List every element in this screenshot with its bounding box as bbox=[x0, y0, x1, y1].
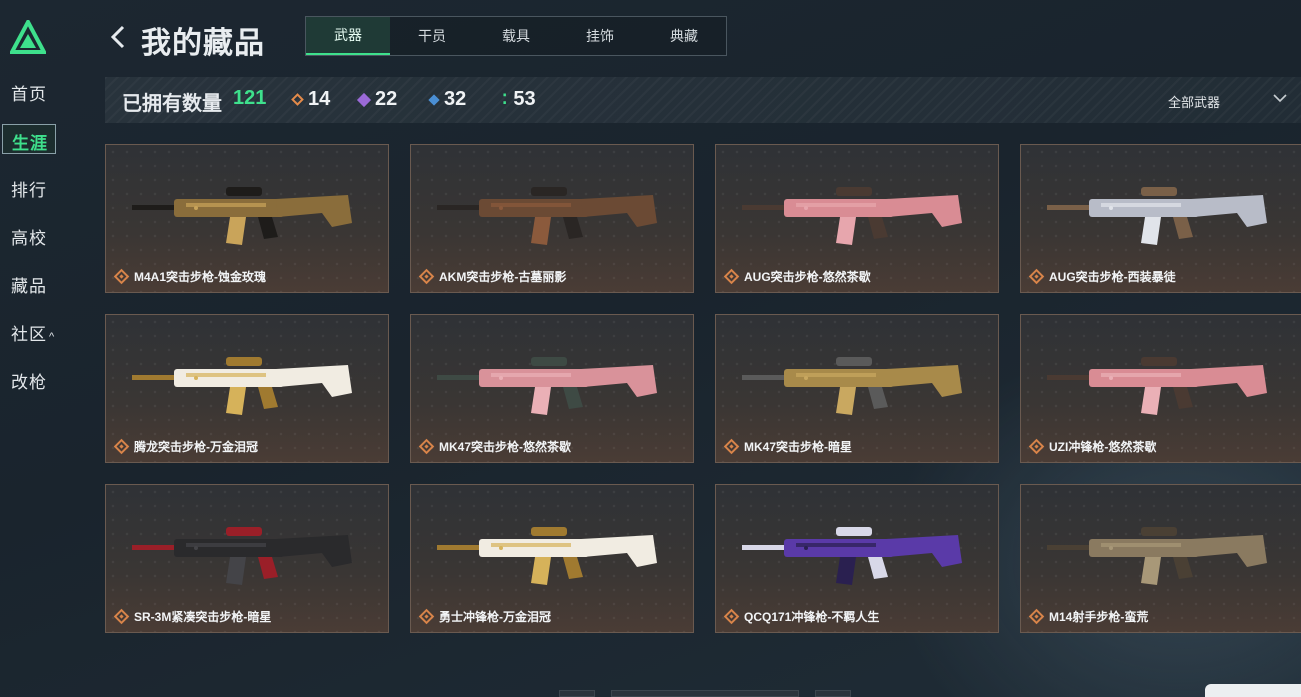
rarity-diamond-icon bbox=[113, 608, 130, 625]
tab-charms[interactable]: 挂饰 bbox=[558, 17, 642, 55]
tab-weapons[interactable]: 武器 bbox=[306, 17, 390, 55]
pager-next-button[interactable] bbox=[815, 690, 851, 697]
weapon-image bbox=[437, 187, 657, 245]
tab-operators[interactable]: 干员 bbox=[390, 17, 474, 55]
weapon-image bbox=[132, 357, 352, 415]
weapon-image bbox=[742, 357, 962, 415]
weapon-image bbox=[1047, 357, 1267, 415]
rarity-purple-value: 22 bbox=[375, 88, 398, 110]
sidebar: 首页 生涯 排行 高校 藏品 社区 ^ 改枪 bbox=[0, 0, 60, 697]
weapon-image bbox=[742, 187, 962, 245]
pager-prev-button[interactable] bbox=[559, 690, 595, 697]
weapon-card[interactable]: MK47突击步枪-暗星 bbox=[715, 314, 999, 463]
weapon-card[interactable]: QCQ171冲锋枪-不羁人生 bbox=[715, 484, 999, 633]
back-arrow-icon[interactable] bbox=[108, 24, 128, 50]
tab-vehicles[interactable]: 载具 bbox=[474, 17, 558, 55]
rarity-diamond-icon bbox=[113, 438, 130, 455]
weapon-name: AKM突击步枪-古墓丽影 bbox=[439, 270, 567, 284]
weapon-image bbox=[437, 527, 657, 585]
rarity-diamond-icon bbox=[723, 438, 740, 455]
rarity-green-value: 53 bbox=[513, 88, 536, 110]
weapon-name: QCQ171冲锋枪-不羁人生 bbox=[744, 610, 880, 624]
sidebar-item-college[interactable]: 高校 bbox=[11, 224, 47, 249]
owned-label: 已拥有数量 bbox=[122, 93, 222, 115]
weapon-card[interactable]: SR-3M紧凑突击步枪-暗星 bbox=[105, 484, 389, 633]
rarity-diamond-icon bbox=[1028, 268, 1045, 285]
pager-indicator bbox=[611, 690, 799, 697]
weapon-name: MK47突击步枪-暗星 bbox=[744, 440, 853, 454]
green-dots-icon: ⁚ bbox=[502, 91, 508, 107]
weapon-card[interactable]: 腾龙突击步枪-万金泪冠 bbox=[105, 314, 389, 463]
sidebar-item-community[interactable]: 社区 ^ bbox=[11, 320, 55, 345]
rarity-diamond-icon bbox=[418, 438, 435, 455]
weapon-image bbox=[1047, 527, 1267, 585]
sidebar-item-community-label: 社区 bbox=[11, 325, 47, 344]
weapon-filter-dropdown[interactable]: 全部武器 bbox=[1168, 92, 1220, 111]
weapon-card[interactable]: AUG突击步枪-悠然茶歇 bbox=[715, 144, 999, 293]
sidebar-item-ranking[interactable]: 排行 bbox=[11, 176, 47, 201]
weapon-image bbox=[437, 357, 657, 415]
weapon-name: M4A1突击步枪-蚀金玫瑰 bbox=[134, 270, 267, 284]
rarity-purple-count: 22 bbox=[356, 88, 398, 111]
weapon-name: AUG突击步枪-西装暴徒 bbox=[1049, 270, 1176, 284]
rarity-diamond-icon bbox=[723, 268, 740, 285]
weapon-name: 勇士冲锋枪-万金泪冠 bbox=[439, 610, 551, 624]
blue-diamond-icon bbox=[428, 93, 440, 106]
weapon-image bbox=[132, 527, 352, 585]
rarity-diamond-icon bbox=[1028, 438, 1045, 455]
purple-diamond-icon bbox=[356, 92, 372, 107]
rarity-green-count: ⁚ 53 bbox=[502, 88, 536, 111]
weapon-image bbox=[1047, 187, 1267, 245]
sidebar-item-home[interactable]: 首页 bbox=[11, 80, 47, 105]
weapon-card[interactable]: 勇士冲锋枪-万金泪冠 bbox=[410, 484, 694, 633]
rarity-blue-value: 32 bbox=[444, 88, 467, 110]
rarity-blue-count: 32 bbox=[428, 88, 467, 111]
sidebar-item-career[interactable]: 生涯 bbox=[2, 124, 56, 154]
orange-diamond-icon bbox=[291, 93, 304, 106]
chevron-up-icon: ^ bbox=[49, 331, 56, 343]
weapon-card[interactable]: M4A1突击步枪-蚀金玫瑰 bbox=[105, 144, 389, 293]
corner-widget[interactable] bbox=[1205, 684, 1301, 697]
chevron-down-icon[interactable] bbox=[1272, 90, 1288, 106]
tab-collector[interactable]: 典藏 bbox=[642, 17, 726, 55]
sidebar-item-collection[interactable]: 藏品 bbox=[11, 272, 47, 297]
weapon-name: AUG突击步枪-悠然茶歇 bbox=[744, 270, 871, 284]
weapon-image bbox=[742, 527, 962, 585]
rarity-diamond-icon bbox=[723, 608, 740, 625]
app-logo-icon[interactable] bbox=[10, 20, 46, 54]
weapon-card[interactable]: AKM突击步枪-古墓丽影 bbox=[410, 144, 694, 293]
sidebar-item-gunsmith[interactable]: 改枪 bbox=[11, 368, 47, 393]
page-title: 我的藏品 bbox=[141, 27, 265, 60]
weapon-name: 腾龙突击步枪-万金泪冠 bbox=[134, 440, 258, 454]
rarity-orange-value: 14 bbox=[308, 88, 331, 110]
rarity-orange-count: 14 bbox=[291, 88, 331, 111]
rarity-diamond-icon bbox=[1028, 608, 1045, 625]
rarity-diamond-icon bbox=[113, 268, 130, 285]
rarity-diamond-icon bbox=[418, 608, 435, 625]
weapon-image bbox=[132, 187, 352, 245]
category-tabs: 武器 干员 载具 挂饰 典藏 bbox=[305, 16, 727, 56]
weapon-card[interactable]: MK47突击步枪-悠然茶歇 bbox=[410, 314, 694, 463]
weapon-card[interactable]: AUG突击步枪-西装暴徒 bbox=[1020, 144, 1301, 293]
weapon-card[interactable]: UZI冲锋枪-悠然茶歇 bbox=[1020, 314, 1301, 463]
rarity-diamond-icon bbox=[418, 268, 435, 285]
weapon-name: M14射手步枪-蛮荒 bbox=[1049, 610, 1149, 624]
weapon-card[interactable]: M14射手步枪-蛮荒 bbox=[1020, 484, 1301, 633]
weapon-name: UZI冲锋枪-悠然茶歇 bbox=[1049, 440, 1157, 454]
stats-bar: 已拥有数量 121 14 22 32 ⁚ 53 全部武器 bbox=[105, 77, 1301, 123]
weapon-name: MK47突击步枪-悠然茶歇 bbox=[439, 440, 572, 454]
weapon-name: SR-3M紧凑突击步枪-暗星 bbox=[134, 610, 272, 624]
owned-count: 121 bbox=[233, 87, 267, 109]
